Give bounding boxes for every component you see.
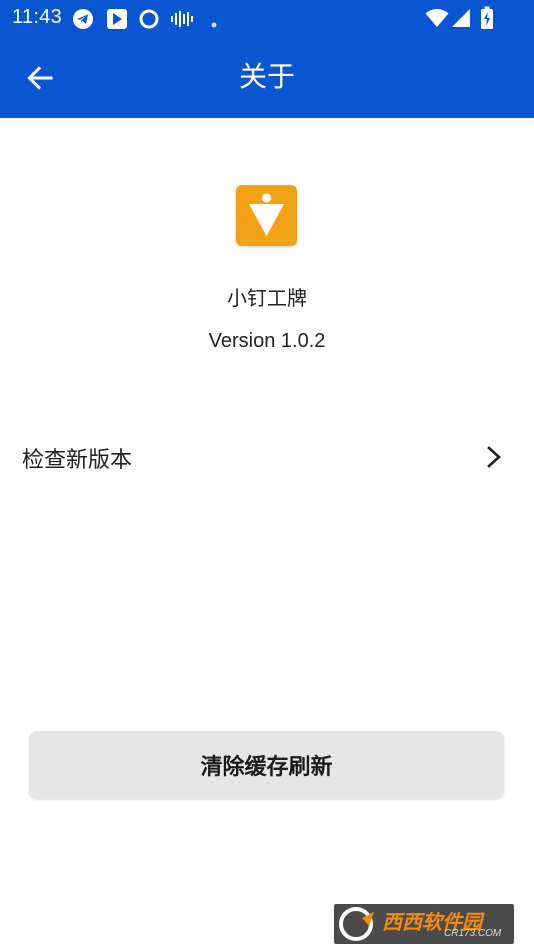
page-title: 关于	[238, 60, 295, 93]
check-update-row[interactable]: 检查新版本	[0, 430, 534, 484]
watermark-logo-icon	[339, 907, 374, 941]
circle-app-icon	[138, 8, 160, 34]
cellular-signal-icon	[451, 8, 471, 32]
audio-wave-icon	[170, 8, 194, 34]
play-store-icon	[106, 8, 128, 34]
app-version: Version 1.0.2	[208, 330, 326, 352]
arrow-left-icon	[27, 66, 53, 90]
status-time: 11:43	[12, 6, 63, 28]
chevron-right-icon	[484, 445, 504, 473]
clear-cache-button[interactable]: 清除缓存刷新	[29, 731, 504, 799]
notification-dot-icon	[210, 14, 218, 33]
wifi-icon	[425, 8, 449, 32]
telegram-icon	[72, 8, 94, 34]
battery-charging-icon	[480, 6, 494, 34]
toolbar: 关于	[0, 36, 534, 118]
app-bar: 11:43 关于	[0, 0, 534, 118]
check-update-label: 检查新版本	[22, 448, 133, 473]
app-name: 小钉工牌	[227, 286, 307, 310]
clear-cache-label: 清除缓存刷新	[200, 755, 333, 780]
status-bar: 11:43	[0, 0, 534, 36]
back-button[interactable]	[14, 56, 66, 100]
watermark: 西西软件园 CR173.COM	[334, 904, 514, 944]
app-logo-icon	[236, 185, 297, 246]
watermark-subtext: CR173.COM	[444, 928, 502, 939]
